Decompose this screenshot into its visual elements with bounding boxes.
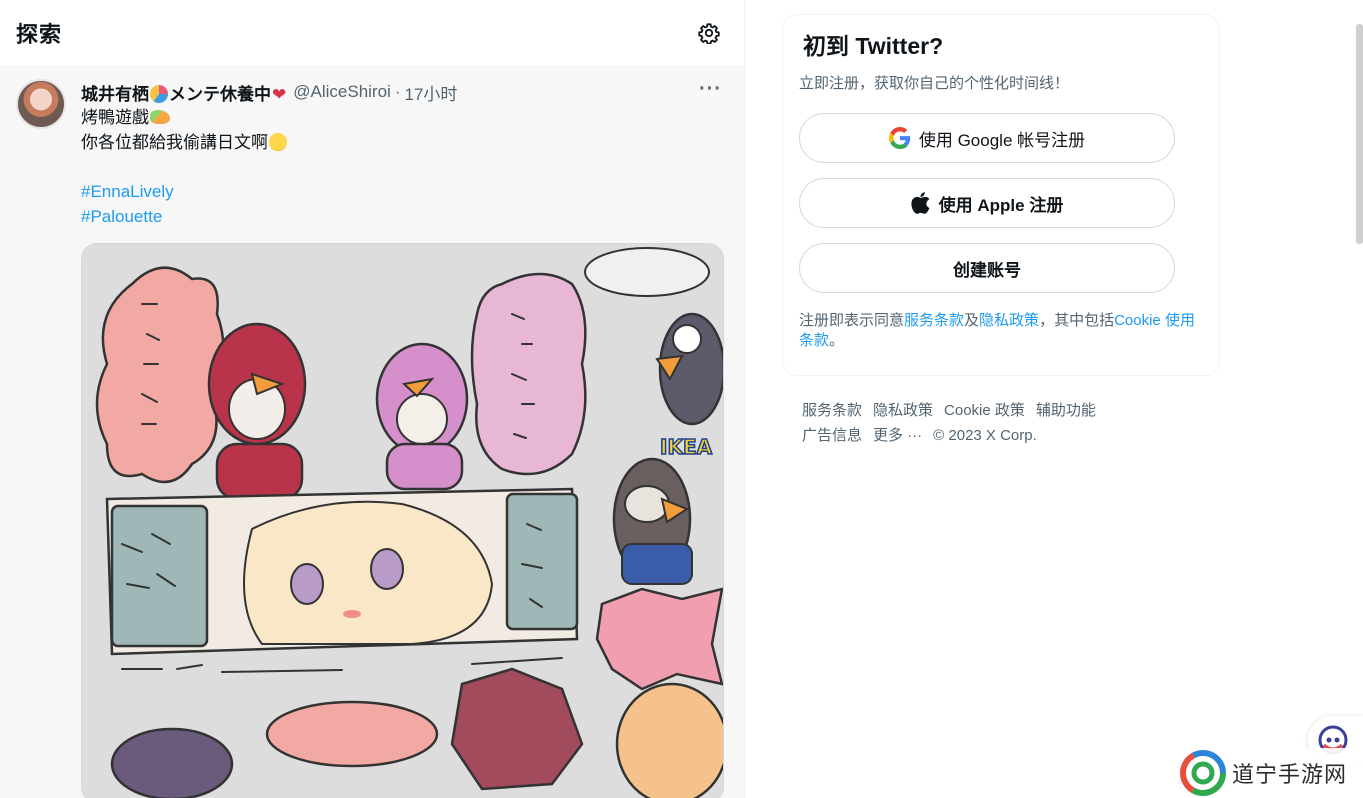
apple-logo-icon [911, 192, 931, 214]
footer-link-ads[interactable]: 广告信息 [802, 423, 862, 448]
apple-signup-button[interactable]: 使用 Apple 注册 [799, 178, 1175, 228]
more-options-button[interactable]: ··· [699, 78, 724, 103]
footer-links: 服务条款 隐私政策 Cookie 政策 辅助功能 广告信息 更多 ··· © 2023 X… [782, 398, 1142, 448]
hashtag-palouette[interactable]: #Palouette [81, 207, 162, 226]
gear-icon [698, 23, 720, 44]
apple-signup-label: 使用 Apple 注册 [938, 195, 1064, 215]
tweet-body: 城井有栖 メンテ休養中❤ @AliceShiroi · 17小时 ··· 烤鴨遊戲… [81, 79, 724, 798]
sidebar: 初到 Twitter? 立即注册，获取你自己的个性化时间线！ 使用 Google… [782, 14, 1220, 448]
scrollbar[interactable] [1356, 24, 1363, 244]
footer-link-cookie[interactable]: Cookie 政策 [944, 398, 1025, 423]
swirl-logo-icon [1180, 750, 1226, 796]
header-bar: 探索 [0, 0, 744, 67]
signup-card: 初到 Twitter? 立即注册，获取你自己的个性化时间线！ 使用 Google… [782, 14, 1220, 376]
settings-button[interactable] [692, 16, 726, 50]
heart-emoji-icon: ❤ [272, 84, 287, 104]
tweet-time[interactable]: 17小时 [405, 80, 458, 105]
tweet[interactable]: 城井有栖 メンテ休養中❤ @AliceShiroi · 17小时 ··· 烤鴨遊戲… [0, 67, 744, 798]
shaved-ice-emoji-icon [150, 84, 168, 103]
google-signup-button[interactable]: 使用 Google 帐号注册 [799, 113, 1175, 163]
laughing-emoji-icon [269, 133, 287, 151]
watermark-text: 道宁手游网 [1232, 763, 1348, 788]
page-title: 探索 [16, 22, 63, 47]
tweet-media-image[interactable]: IKEA [81, 243, 724, 798]
more-dots-icon: ··· [699, 78, 722, 100]
tweet-line-1: 烤鴨遊戲 [81, 108, 149, 127]
terms-link[interactable]: 服务条款 [904, 312, 964, 329]
footer-link-privacy[interactable]: 隐私政策 [873, 398, 933, 423]
duck-emoji-icon [150, 110, 170, 124]
comic-illustration: IKEA [82, 244, 723, 798]
google-logo-icon [888, 127, 911, 149]
svg-text:IKEA: IKEA [660, 435, 713, 459]
hashtag-ennalively[interactable]: #EnnaLively [81, 182, 174, 201]
footer-link-accessibility[interactable]: 辅助功能 [1036, 398, 1096, 423]
footer-link-terms[interactable]: 服务条款 [802, 398, 862, 423]
author-handle[interactable]: @AliceShiroi [293, 82, 391, 102]
avatar[interactable] [16, 79, 66, 129]
google-signup-label: 使用 Google 帐号注册 [918, 130, 1086, 150]
privacy-link[interactable]: 隐私政策 [979, 312, 1039, 329]
footer-link-more[interactable]: 更多 ··· [873, 423, 922, 448]
separator-dot: · [394, 82, 401, 101]
create-account-button[interactable]: 创建账号 [799, 243, 1175, 293]
footer-copyright: © 2023 X Corp. [933, 427, 1037, 444]
page: 探索 城井有栖 メンテ休養中❤ @AliceShiroi · 17小时 ··· … [0, 0, 1363, 798]
tweet-header: 城井有栖 メンテ休養中❤ @AliceShiroi · 17小时 ··· [81, 79, 724, 105]
create-account-label: 创建账号 [953, 260, 1021, 280]
watermark: 道宁手游网 [1176, 748, 1363, 798]
author-name[interactable]: 城井有栖 メンテ休養中❤ [81, 80, 287, 105]
tweet-text: 烤鴨遊戲 你各位都給我偷講日文啊 #EnnaLively #Palouette [81, 105, 724, 229]
tweet-line-2: 你各位都給我偷講日文啊 [81, 133, 268, 152]
legal-text: 注册即表示同意服务条款及隐私政策，其中包括Cookie 使用条款。 [799, 312, 1195, 349]
signup-subtitle: 立即注册，获取你自己的个性化时间线！ [799, 75, 1070, 92]
main-column: 探索 城井有栖 メンテ休養中❤ @AliceShiroi · 17小时 ··· … [0, 0, 745, 798]
signup-title: 初到 Twitter? [803, 33, 944, 59]
